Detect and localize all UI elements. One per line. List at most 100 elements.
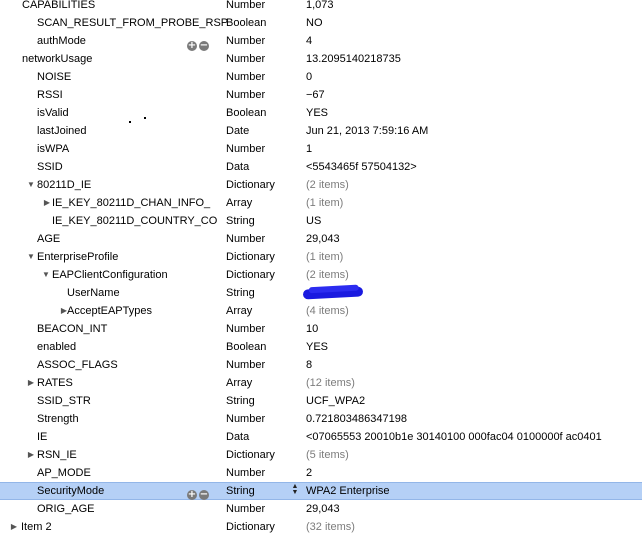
row-type[interactable]: Data — [226, 158, 296, 176]
row-key[interactable]: networkUsage — [22, 50, 237, 68]
disclosure-triangle-collapsed-icon[interactable]: ▶ — [42, 194, 52, 212]
disclosure-triangle-expanded-icon[interactable]: ▼ — [26, 248, 36, 266]
row-value[interactable]: YES — [306, 104, 642, 122]
row-type[interactable]: Date — [226, 122, 296, 140]
row-value[interactable]: 1,073 — [306, 0, 642, 14]
row-key[interactable]: RSSI — [37, 86, 252, 104]
row-key[interactable]: CAPABILITIES — [22, 0, 237, 14]
row-key[interactable]: BEACON_INT — [37, 320, 252, 338]
row-value[interactable]: <5543465f 57504132> — [306, 158, 642, 176]
row-type[interactable]: String — [226, 483, 296, 499]
plist-row[interactable]: SCAN_RESULT_FROM_PROBE_RSP Boolean NO — [0, 14, 642, 32]
row-key[interactable]: RSN_IE — [37, 446, 252, 464]
row-item-count[interactable]: (4 items) — [306, 302, 642, 320]
row-value[interactable]: 1 — [306, 140, 642, 158]
plist-row[interactable]: SecurityMode + − String ▲ ▼ WPA2 Enterprise — [0, 482, 642, 500]
disclosure-triangle-collapsed-icon[interactable]: ▶ — [26, 446, 36, 464]
row-type[interactable]: Number — [226, 50, 296, 68]
plist-row[interactable]: NOISE Number 0 — [0, 68, 642, 86]
row-value[interactable]: 4 — [306, 32, 642, 50]
plist-row[interactable]: ▶ RATES Array (12 items) — [0, 374, 642, 392]
row-value[interactable]: 13.2095140218735 — [306, 50, 642, 68]
row-item-count[interactable]: (1 item) — [306, 194, 642, 212]
plist-row[interactable]: ▼ 80211D_IE Dictionary (2 items) — [0, 176, 642, 194]
row-type[interactable]: Number — [226, 230, 296, 248]
row-key[interactable]: enabled — [37, 338, 252, 356]
row-type[interactable]: Dictionary — [226, 446, 296, 464]
row-key[interactable]: 80211D_IE — [37, 176, 252, 194]
row-value[interactable]: −67 — [306, 86, 642, 104]
plist-row[interactable]: SSID Data <5543465f 57504132> — [0, 158, 642, 176]
row-key[interactable]: IE — [37, 428, 252, 446]
row-value[interactable]: US — [306, 212, 642, 230]
row-value[interactable]: 8 — [306, 356, 642, 374]
row-type[interactable]: Dictionary — [226, 266, 296, 284]
row-type[interactable]: Number — [226, 410, 296, 428]
row-key[interactable]: Item 2 — [21, 518, 236, 536]
plist-row[interactable]: CAPABILITIES Number 1,073 — [0, 0, 642, 14]
plist-row[interactable]: RSSI Number −67 — [0, 86, 642, 104]
row-type[interactable]: String — [226, 212, 296, 230]
row-key[interactable]: isWPA — [37, 140, 252, 158]
row-item-count[interactable]: (32 items) — [306, 518, 642, 536]
disclosure-triangle-expanded-icon[interactable]: ▼ — [41, 266, 51, 284]
row-type[interactable]: Number — [226, 0, 296, 14]
add-circle-icon[interactable]: + — [187, 490, 197, 500]
plist-row[interactable]: SSID_STR String UCF_WPA2 — [0, 392, 642, 410]
row-item-count[interactable]: (1 item) — [306, 248, 642, 266]
row-type[interactable]: Number — [226, 86, 296, 104]
row-value[interactable]: UCF_WPA2 — [306, 392, 642, 410]
plist-row[interactable]: ASSOC_FLAGS Number 8 — [0, 356, 642, 374]
plist-row[interactable]: isValid Boolean YES — [0, 104, 642, 122]
row-key[interactable]: AP_MODE — [37, 464, 252, 482]
row-value[interactable]: WPA2 Enterprise — [306, 483, 642, 499]
row-value[interactable]: 2 — [306, 464, 642, 482]
row-type[interactable]: Array — [226, 194, 296, 212]
plist-row[interactable]: Strength Number 0.721803486347198 — [0, 410, 642, 428]
plist-row[interactable]: BEACON_INT Number 10 — [0, 320, 642, 338]
plist-row[interactable]: IE_KEY_80211D_COUNTRY_CO String US — [0, 212, 642, 230]
row-value[interactable]: YES — [306, 338, 642, 356]
row-type[interactable]: String — [226, 392, 296, 410]
plist-row[interactable]: AGE Number 29,043 — [0, 230, 642, 248]
row-key[interactable]: RATES — [37, 374, 252, 392]
plist-row[interactable]: isWPA Number 1 — [0, 140, 642, 158]
row-type[interactable]: String — [226, 284, 296, 302]
row-type[interactable]: Number — [226, 464, 296, 482]
row-type[interactable]: Array — [226, 374, 296, 392]
row-type[interactable]: Boolean — [226, 14, 296, 32]
plist-row[interactable]: ▼ EAPClientConfiguration Dictionary (2 item… — [0, 266, 642, 284]
row-value[interactable]: 0.721803486347198 — [306, 410, 642, 428]
disclosure-triangle-expanded-icon[interactable]: ▼ — [26, 176, 36, 194]
row-key[interactable]: NOISE — [37, 68, 252, 86]
row-value[interactable]: 29,043 — [306, 230, 642, 248]
plist-row[interactable]: ▶ Item 2 Dictionary (32 items) — [0, 518, 642, 536]
row-key[interactable]: ORIG_AGE — [37, 500, 252, 518]
row-type[interactable]: Number — [226, 320, 296, 338]
row-item-count[interactable]: (12 items) — [306, 374, 642, 392]
plist-row[interactable]: AP_MODE Number 2 — [0, 464, 642, 482]
disclosure-triangle-collapsed-icon[interactable]: ▶ — [9, 518, 19, 536]
row-value[interactable]: 0 — [306, 68, 642, 86]
plist-row[interactable]: ▶ AcceptEAPTypes Array (4 items) — [0, 302, 642, 320]
plist-row[interactable]: ORIG_AGE Number 29,043 — [0, 500, 642, 518]
row-key[interactable]: AGE — [37, 230, 252, 248]
row-value[interactable]: NO — [306, 14, 642, 32]
row-key[interactable]: authMode — [37, 32, 252, 50]
plist-row[interactable]: networkUsage Number 13.2095140218735 — [0, 50, 642, 68]
row-key[interactable]: SCAN_RESULT_FROM_PROBE_RSP — [37, 14, 252, 32]
row-type[interactable]: Number — [226, 32, 296, 50]
row-value[interactable]: 10 — [306, 320, 642, 338]
row-type[interactable]: Dictionary — [226, 518, 296, 536]
remove-circle-icon[interactable]: − — [199, 490, 209, 500]
row-type[interactable]: Boolean — [226, 104, 296, 122]
plist-row[interactable]: ▶ RSN_IE Dictionary (5 items) — [0, 446, 642, 464]
row-item-count[interactable]: (5 items) — [306, 446, 642, 464]
row-type[interactable]: Dictionary — [226, 248, 296, 266]
plist-row[interactable]: lastJoined Date Jun 21, 2013 7:59:16 AM — [0, 122, 642, 140]
row-item-count[interactable]: (2 items) — [306, 176, 642, 194]
row-key[interactable]: isValid — [37, 104, 252, 122]
plist-row[interactable]: ▼ EnterpriseProfile Dictionary (1 item) — [0, 248, 642, 266]
row-key[interactable]: SSID — [37, 158, 252, 176]
plist-row[interactable]: authMode + − Number 4 — [0, 32, 642, 51]
